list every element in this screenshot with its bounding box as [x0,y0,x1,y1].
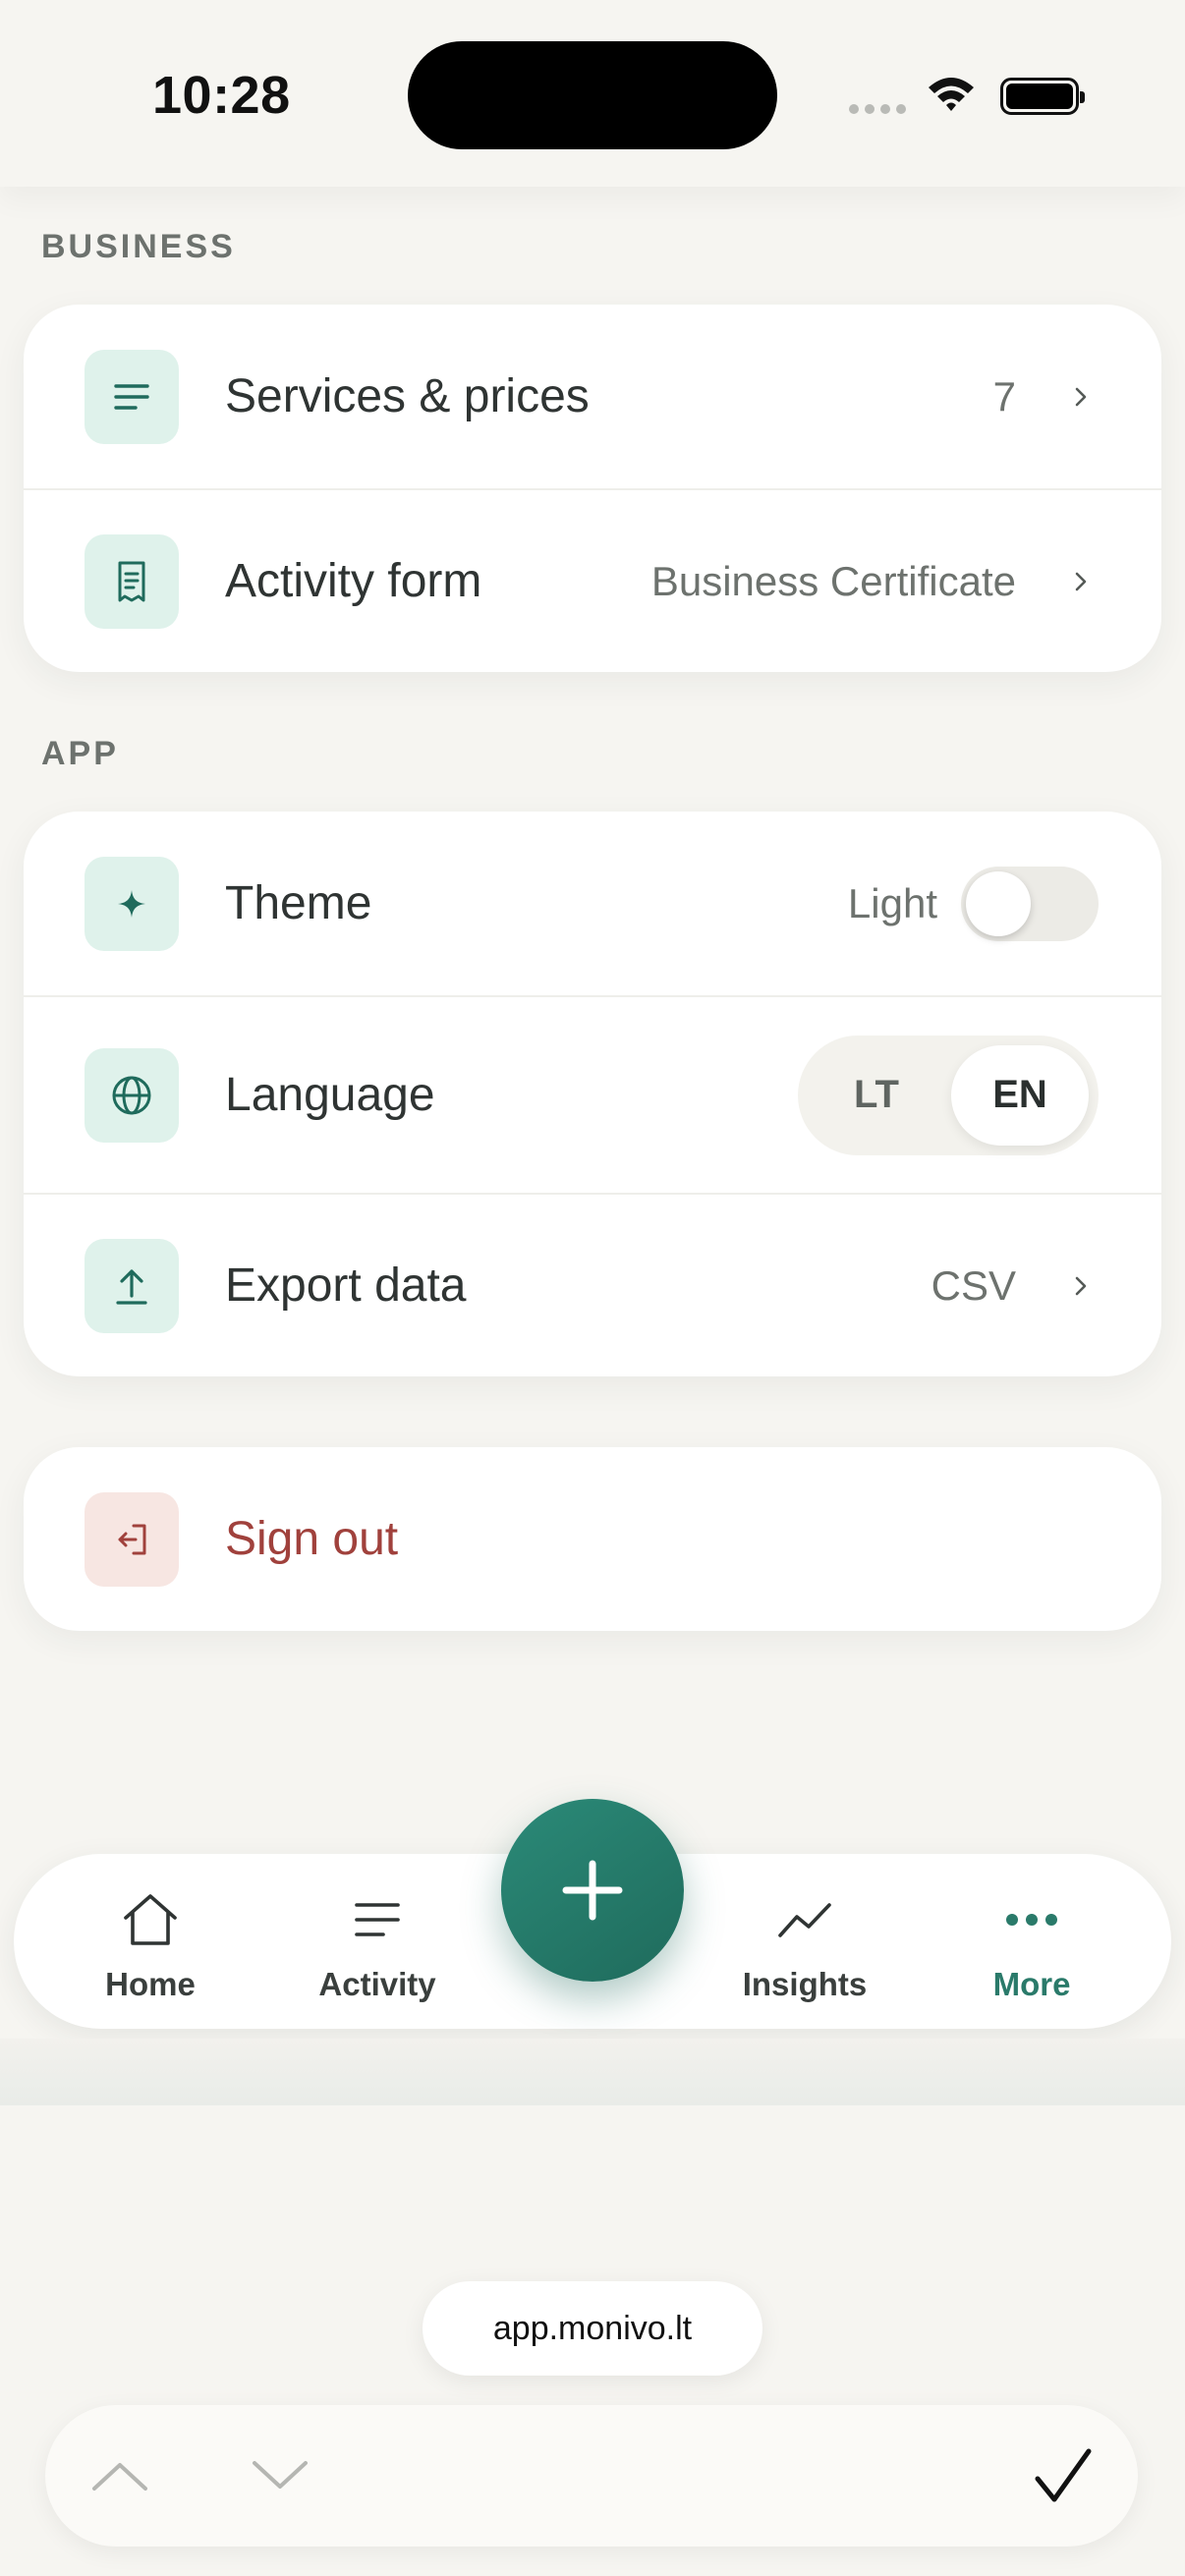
chevron-right-icon [1075,1276,1087,1295]
services-prices-row[interactable]: Services & prices 7 [24,305,1161,488]
tab-insights[interactable]: Insights [716,1889,893,2003]
tabbar-shadow-shelf [0,2039,1185,2105]
language-segmented-control: LT EN [798,1035,1099,1155]
section-label-app: APP [41,735,119,772]
list-icon [85,349,179,444]
language-label: Language [225,1069,435,1121]
status-bar: 10:28 [0,0,1185,187]
browser-toolbar [45,2405,1138,2547]
tab-activity-label: Activity [318,1966,436,2002]
theme-value: Light [847,879,937,926]
sign-out-button[interactable]: Sign out [24,1447,1161,1631]
done-button[interactable] [1024,2436,1102,2515]
signout-card: Sign out [24,1447,1161,1631]
more-icon [943,1889,1120,1950]
language-option-en[interactable]: EN [951,1044,1089,1146]
activity-form-label: Activity form [225,555,482,607]
export-data-row[interactable]: Export data CSV [24,1193,1161,1376]
upload-icon [85,1238,179,1333]
url-pill[interactable]: app.monivo.lt [423,2281,762,2376]
sign-out-label: Sign out [225,1513,399,1565]
wifi-icon [929,78,974,111]
globe-icon [85,1047,179,1143]
activity-form-value: Business Certificate [650,557,1016,604]
business-card: Services & prices 7 Activity form Busine… [24,305,1161,672]
export-format-value: CSV [931,1261,1016,1309]
theme-row: Theme Light [24,812,1161,995]
services-count: 7 [992,372,1016,420]
dynamic-island [408,41,777,149]
home-icon [62,1889,239,1950]
theme-toggle[interactable] [961,866,1099,941]
list-icon [289,1889,466,1950]
sparkle-icon [85,856,179,951]
trend-icon [716,1889,893,1950]
chevron-right-icon [1075,387,1087,406]
receipt-icon [85,533,179,629]
tab-insights-label: Insights [742,1966,868,2002]
tab-more[interactable]: More [943,1889,1120,2003]
theme-label: Theme [225,877,372,929]
activity-form-row[interactable]: Activity form Business Certificate [24,488,1161,672]
tab-home[interactable]: Home [62,1889,239,2003]
next-button[interactable] [241,2436,319,2515]
logout-icon [85,1491,179,1587]
chevron-right-icon [1075,572,1087,590]
tab-home-label: Home [105,1966,196,2002]
settings-screen: 10:28 BUSINESS Services & prices 7 Activ… [0,0,1185,2576]
services-prices-label: Services & prices [225,370,590,422]
export-data-label: Export data [225,1260,467,1312]
battery-icon [1000,78,1085,115]
chevron-down-icon [253,2461,308,2489]
tab-more-label: More [992,1966,1071,2002]
section-label-business: BUSINESS [41,228,236,265]
cellular-signal-icon [849,104,906,114]
plus-icon [562,1860,623,1921]
checkmark-icon [1035,2448,1092,2502]
chevron-up-icon [92,2463,147,2491]
app-card: Theme Light Language LT EN Export data C… [24,812,1161,1376]
add-button[interactable] [501,1799,684,1982]
language-option-lt[interactable]: LT [808,1045,945,1146]
tab-activity[interactable]: Activity [289,1889,466,2003]
toggle-knob [966,870,1031,936]
language-row: Language LT EN [24,995,1161,1193]
previous-button[interactable] [81,2436,159,2515]
status-time: 10:28 [152,66,291,125]
